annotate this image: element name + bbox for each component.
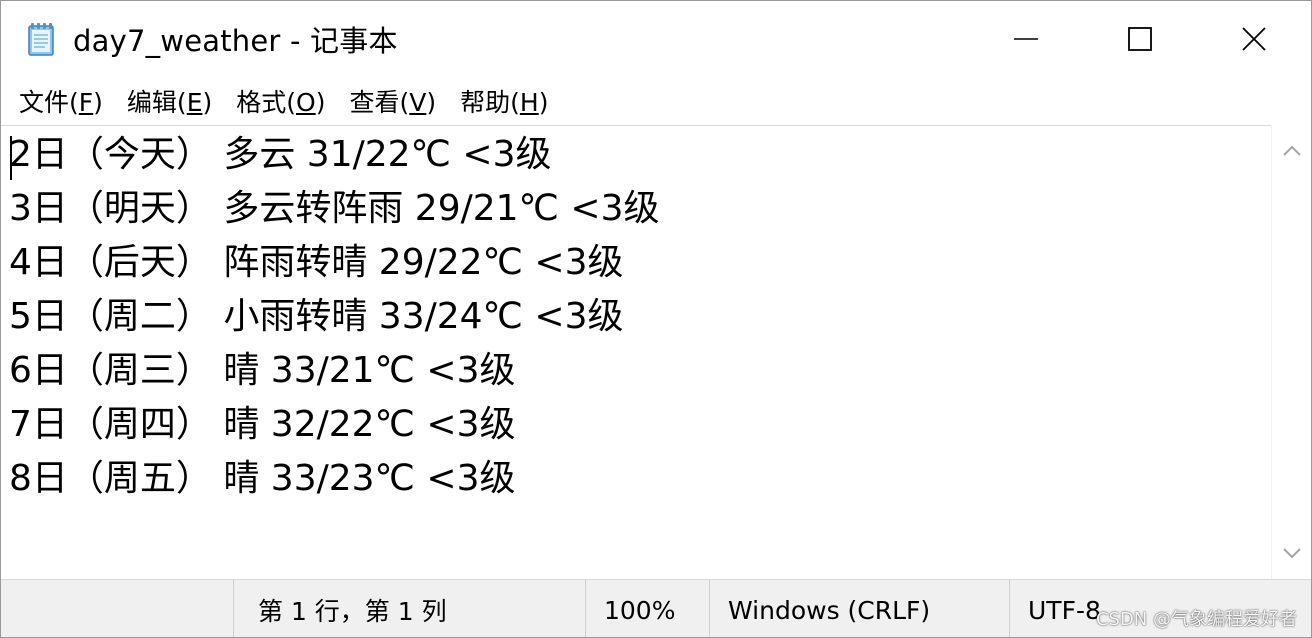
vertical-scrollbar[interactable] — [1271, 125, 1311, 579]
notepad-icon — [23, 20, 61, 58]
close-icon — [1242, 27, 1266, 51]
watermark: CSDN @气象编程爱好者 — [1095, 609, 1297, 630]
text-line[interactable]: 2日（今天） 多云 31/22℃ <3级 — [9, 128, 1273, 182]
text-caret — [10, 136, 12, 180]
close-button[interactable] — [1197, 1, 1311, 77]
status-empty-cell — [1, 580, 233, 637]
text-line[interactable]: 7日（周四） 晴 32/22℃ <3级 — [9, 398, 1273, 452]
menu-bar: 文件(F) 编辑(E) 格式(O) 查看(V) 帮助(H) — [1, 77, 1311, 125]
title-bar[interactable]: day7_weather - 记事本 — [1, 1, 1311, 77]
maximize-icon — [1128, 27, 1152, 51]
chevron-up-icon — [1283, 145, 1301, 156]
minimize-icon — [1014, 38, 1038, 40]
menu-help[interactable]: 帮助(H) — [448, 83, 560, 119]
menu-edit[interactable]: 编辑(E) — [115, 83, 224, 119]
minimize-button[interactable] — [969, 1, 1083, 77]
zoom-level: 100% — [585, 580, 709, 637]
notepad-window: day7_weather - 记事本 文件(F) 编辑(E) 格式(O) 查看(… — [0, 0, 1312, 638]
text-line[interactable]: 8日（周五） 晴 33/23℃ <3级 — [9, 452, 1273, 506]
maximize-button[interactable] — [1083, 1, 1197, 77]
line-ending: Windows (CRLF) — [709, 580, 1009, 637]
menu-format[interactable]: 格式(O) — [224, 83, 337, 119]
scroll-down-button[interactable] — [1272, 533, 1311, 573]
window-controls — [969, 1, 1311, 77]
scroll-up-button[interactable] — [1272, 131, 1311, 171]
text-line[interactable]: 4日（后天） 阵雨转晴 29/22℃ <3级 — [9, 236, 1273, 290]
menu-view[interactable]: 查看(V) — [337, 83, 448, 119]
text-line[interactable]: 6日（周三） 晴 33/21℃ <3级 — [9, 344, 1273, 398]
window-title: day7_weather - 记事本 — [73, 24, 398, 58]
text-editor[interactable]: 2日（今天） 多云 31/22℃ <3级 3日（明天） 多云转阵雨 29/21℃… — [1, 125, 1273, 579]
chevron-down-icon — [1283, 548, 1301, 559]
cursor-position: 第 1 行，第 1 列 — [233, 580, 585, 637]
text-line[interactable]: 3日（明天） 多云转阵雨 29/21℃ <3级 — [9, 182, 1273, 236]
menu-file[interactable]: 文件(F) — [7, 83, 115, 119]
text-line[interactable]: 5日（周二） 小雨转晴 33/24℃ <3级 — [9, 290, 1273, 344]
editor-content[interactable]: 2日（今天） 多云 31/22℃ <3级 3日（明天） 多云转阵雨 29/21℃… — [1, 126, 1273, 506]
